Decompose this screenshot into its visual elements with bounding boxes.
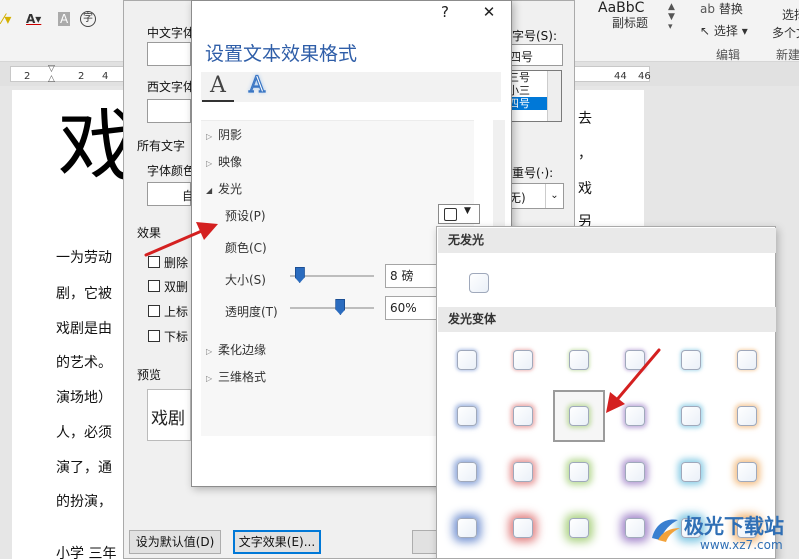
site-watermark: 极光下载站 www.xz7.com [648,508,798,559]
annotation-arrow-preset [144,222,218,257]
watermark-url: www.xz7.com [700,538,783,552]
annotation-layer [144,222,661,413]
annotation-arrow-gallery [606,348,661,413]
watermark-name: 极光下载站 [684,514,784,538]
watermark-logo-icon [652,519,680,542]
